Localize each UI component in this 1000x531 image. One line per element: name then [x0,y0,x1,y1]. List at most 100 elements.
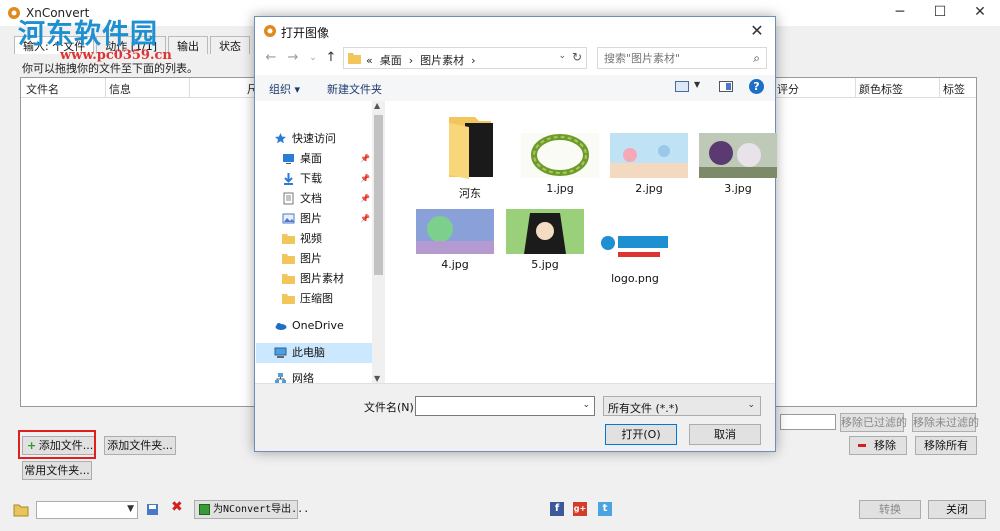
download-icon [282,172,295,185]
recent-dropdown-icon[interactable]: ⌄ [305,50,321,66]
file-grid[interactable]: 河东 1.jpg 2.jpg 3.jpg 4.jpg 5.jpg logo.png [386,101,777,383]
image-thumbnail [596,223,674,268]
file-item[interactable]: logo.png [596,223,674,285]
open-folder-icon[interactable] [13,503,29,517]
tree-scrollbar[interactable]: ▲ ▼ [372,101,385,383]
tab-output[interactable]: 输出 [168,36,208,54]
google-plus-icon[interactable]: g+ [573,502,587,516]
file-type-select[interactable]: 所有文件 (*.*) ⌄ [603,396,761,416]
dialog-close-button[interactable]: ✕ [745,19,769,43]
file-item[interactable]: 5.jpg [506,209,584,271]
tree-item[interactable]: 此电脑 [256,343,372,363]
folder-item[interactable]: 河东 [431,113,509,201]
column-color-label[interactable]: 颜色标签 [859,81,903,97]
desktop-icon [282,152,295,165]
preset-dropdown[interactable]: ▼ [36,501,138,519]
column-tags[interactable]: 标签 [943,81,965,97]
filename-input[interactable] [419,399,569,413]
tree-item[interactable]: 压缩图 [256,289,372,309]
pin-icon: 📌 [360,194,370,203]
remove-filtered-button[interactable]: 移除已过滤的 [840,413,907,432]
tree-item-label: 图片素材 [300,272,344,285]
remove-button[interactable]: 移除 [849,436,907,455]
tree-item-label: 图片 [300,252,322,265]
new-folder-button[interactable]: 新建文件夹 [327,81,382,97]
tree-item[interactable]: 文档 📌 [256,189,372,209]
folder-icon [282,232,295,245]
convert-button[interactable]: 转换 [859,500,921,519]
folder-icon [348,53,361,64]
tree-item[interactable]: 视频 [256,229,372,249]
export-nconvert-button[interactable]: 为NConvert导出... [194,500,309,519]
document-icon [282,192,295,205]
tree-item-label: 图片 [300,212,322,225]
image-thumbnail [416,209,494,254]
tree-item[interactable]: OneDrive [256,316,372,336]
up-arrow-icon[interactable]: ↑ [323,50,339,66]
address-dropdown-icon[interactable]: ⌄ [558,51,566,61]
breadcrumb-desktop[interactable]: 桌面 [380,54,402,67]
close-button[interactable]: 关闭 [928,500,986,519]
pictures-icon [282,212,295,225]
add-folder-button[interactable]: 添加文件夹... [104,436,176,455]
bottom-bar: ▼ ✖ 为NConvert导出... 转换 关闭 [0,497,1000,531]
scrollbar-thumb[interactable] [374,115,383,275]
highlight-annotation [18,430,96,459]
column-info[interactable]: 信息 [109,81,131,97]
help-icon[interactable]: ? [749,79,764,94]
filename-field[interactable]: ⌄ [415,396,595,416]
column-rating[interactable]: 评分 [777,81,799,97]
minimize-button[interactable]: ─ [880,0,920,26]
navigation-tree[interactable]: 快速访问 桌面 📌 下载 📌 文档 📌 图片 📌 视频 图片 图片素材 压缩图 OneDrive 此电脑 网络… [256,101,372,425]
tree-item[interactable]: 桌面 📌 [256,149,372,169]
address-bar[interactable]: « 桌面 › 图片素材 › ⌄ ↻ [343,47,587,69]
file-item[interactable]: 4.jpg [416,209,494,271]
watermark-logo: 河东软件园 [18,19,158,50]
dialog-toolbar: 组织 ▾ 新建文件夹 ▼ ? [255,75,775,101]
dialog-app-icon [264,25,276,37]
file-item[interactable]: 2.jpg [610,133,688,195]
image-thumbnail [610,133,688,178]
preview-pane-icon[interactable] [719,81,733,92]
filename-dropdown-icon[interactable]: ⌄ [582,400,590,410]
remove-unfiltered-button[interactable]: 移除未过滤的 [912,413,979,432]
twitter-icon[interactable]: t [598,502,612,516]
view-dropdown-icon[interactable]: ▼ [694,80,700,89]
view-mode-icon[interactable] [675,81,689,92]
tree-item[interactable]: 图片 [256,249,372,269]
tree-item[interactable]: 图片 📌 [256,209,372,229]
maximize-button[interactable]: ☐ [920,0,960,26]
file-item[interactable]: 1.jpg [521,133,599,195]
column-filename[interactable]: 文件名 [26,81,59,97]
tree-item[interactable]: 图片素材 [256,269,372,289]
search-box[interactable]: ⌕ [597,47,767,69]
file-item[interactable]: 3.jpg [699,133,777,195]
search-input[interactable] [604,51,744,65]
common-folder-button[interactable]: 常用文件夹... [22,461,92,480]
remove-all-button[interactable]: 移除所有 [915,436,977,455]
facebook-icon[interactable]: f [550,502,564,516]
tree-item-label: 桌面 [300,152,322,165]
dialog-footer: 文件名(N): ⌄ 所有文件 (*.*) ⌄ 打开(O) 取消 [255,383,775,451]
folder-icon [282,252,295,265]
breadcrumb-pictures-folder[interactable]: 图片素材 [420,54,464,67]
tree-item-label: 下载 [300,172,322,185]
delete-icon[interactable]: ✖ [171,499,183,515]
cancel-button[interactable]: 取消 [689,424,761,445]
drag-hint: 你可以拖拽你的文件至下面的列表。 [22,62,198,75]
refresh-icon[interactable]: ↻ [572,50,582,64]
open-image-dialog: 打开图像 ✕ ← → ⌄ ↑ « 桌面 › 图片素材 › ⌄ ↻ ⌕ 组织 ▾ … [254,16,777,452]
tree-item[interactable]: 下载 📌 [256,169,372,189]
address-path: « 桌面 › 图片素材 › [366,54,476,67]
organize-menu[interactable]: 组织 ▾ [269,81,300,97]
filter-input[interactable] [780,414,836,430]
tree-item[interactable]: 快速访问 [256,129,372,149]
back-arrow-icon[interactable]: ← [263,50,279,66]
pin-icon: 📌 [360,214,370,223]
window-close-button[interactable]: ✕ [960,0,1000,26]
open-button[interactable]: 打开(O) [605,424,677,445]
save-icon[interactable] [146,503,159,516]
forward-arrow-icon[interactable]: → [285,50,301,66]
tab-status[interactable]: 状态 [210,36,250,54]
tree-item-label: 此电脑 [292,346,325,359]
